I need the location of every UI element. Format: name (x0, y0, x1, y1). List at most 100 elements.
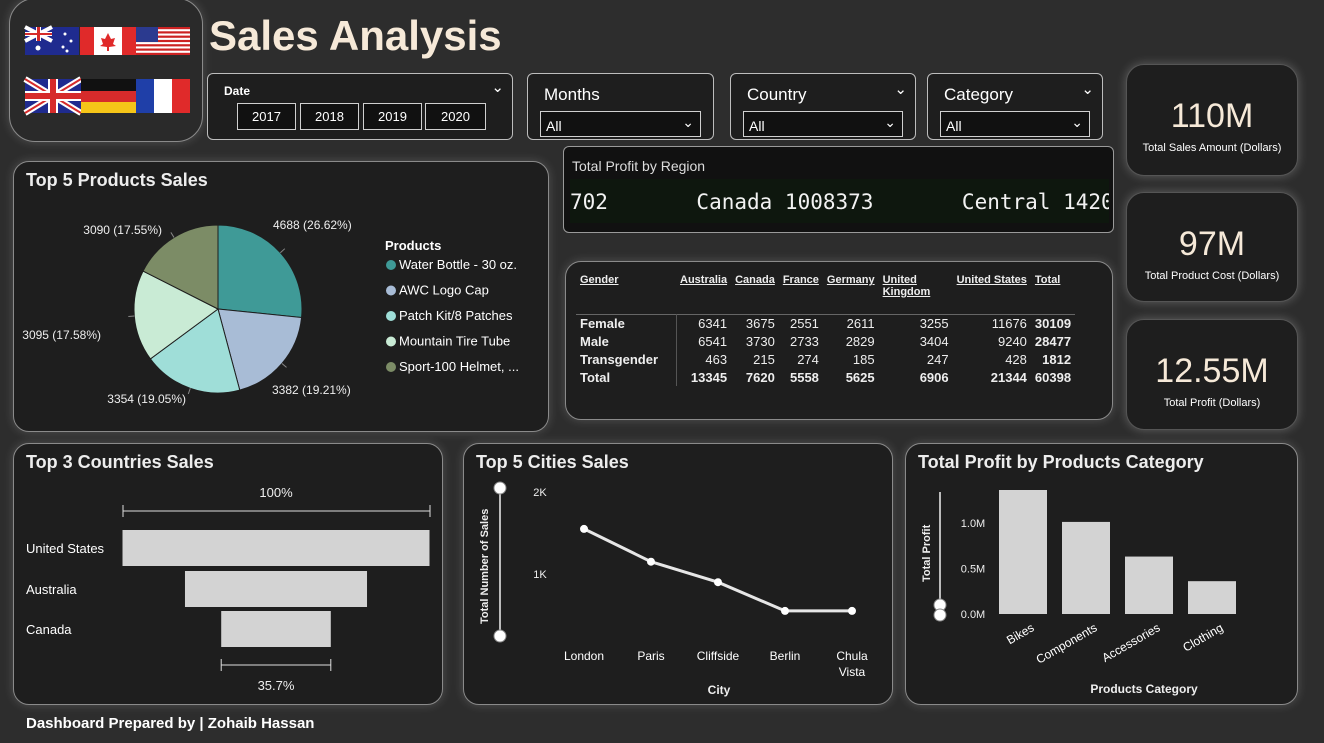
series-point (781, 606, 789, 615)
matrix-cell: 3255 (919, 315, 949, 331)
pie-leader-line (280, 248, 286, 254)
matrix-cell: 215 (753, 351, 775, 367)
kpi-total-profit: 12.55M Total Profit (Dollars) (1126, 319, 1298, 430)
canada-flag-icon[interactable] (80, 27, 136, 55)
matrix-cell: 1812 (1042, 351, 1072, 367)
category-dropdown[interactable]: All ⌄ (940, 111, 1090, 137)
matrix-cell: 247 (926, 351, 949, 367)
matrix-header[interactable]: Total (1031, 274, 1075, 314)
y-range-slider-handle[interactable] (493, 629, 507, 643)
category-slicer[interactable]: Category ⌄ All ⌄ (927, 73, 1103, 140)
chevron-down-icon[interactable]: ⌄ (491, 78, 504, 96)
matrix-cell: 7620 (745, 369, 775, 385)
matrix-header[interactable]: Australia (676, 274, 731, 314)
matrix-cell: 60398 (1034, 369, 1072, 385)
gender-country-matrix-panel: Gender Australia Canada France Germany U… (565, 261, 1113, 420)
matrix-cell: 6541 (675, 332, 732, 350)
series-point (647, 557, 655, 566)
line-chart: Total Number of Sales 1K 2K London Paris Clif… (479, 481, 868, 697)
chevron-down-icon: ⌄ (682, 114, 694, 130)
x-tick-label: London (564, 649, 604, 663)
matrix-header[interactable]: France (779, 274, 823, 314)
germany-flag-icon[interactable] (81, 79, 136, 113)
matrix-cell: 13345 (675, 368, 732, 386)
chevron-down-icon[interactable]: ⌄ (1081, 80, 1094, 98)
year-button-2017[interactable]: 2017 (237, 103, 296, 130)
year-button-2019[interactable]: 2019 (363, 103, 422, 130)
legend-marker (386, 311, 396, 321)
matrix-header[interactable]: United States (953, 274, 1031, 314)
chevron-down-icon[interactable]: ⌄ (894, 80, 907, 98)
flags-panel (9, 0, 203, 142)
flags-svg (23, 25, 190, 116)
page-title: Sales Analysis (209, 12, 502, 59)
kpi-value: 97M (1178, 225, 1246, 263)
matrix-cell: 2611 (846, 315, 875, 331)
matrix-total-row: Total 13345 7620 5558 5625 6906 21344 60… (576, 368, 1075, 386)
kpi-total-cost: 97M Total Product Cost (Dollars) (1126, 192, 1298, 302)
kpi-caption: Total Product Cost (Dollars) (1144, 270, 1280, 282)
year-button-2020[interactable]: 2020 (425, 103, 486, 130)
matrix-header[interactable]: United Kingdom (879, 274, 953, 314)
footer-credit: Dashboard Prepared by | Zohaib Hassan (26, 715, 315, 732)
kpi-total-sales: 110M Total Sales Amount (Dollars) (1126, 64, 1298, 176)
funnel-top-label: 100% (259, 485, 293, 500)
funnel-category-label: Canada (26, 622, 72, 637)
year-button-2018[interactable]: 2018 (300, 103, 359, 130)
x-tick-label: Chula Vista (836, 649, 868, 679)
matrix-cell: 9240 (997, 333, 1027, 349)
category-slicer-label: Category (944, 85, 1013, 104)
pie-data-label: 4688 (26.62%) (273, 218, 352, 232)
category-dropdown-value: All (946, 118, 962, 134)
matrix-cell: 28477 (1034, 333, 1072, 349)
x-tick-label: Components (1034, 620, 1100, 666)
legend-item: Sport-100 Helmet, ... (399, 359, 519, 374)
region-ticker-text: 702 Canada 1008373 Central 142042 (570, 190, 1109, 214)
legend-marker (386, 285, 396, 296)
legend-marker (386, 362, 396, 372)
date-slicer-label: Date (224, 84, 251, 98)
y-range-slider-handle[interactable] (493, 481, 507, 495)
funnel-bar (122, 530, 430, 566)
x-tick-label: Accessories (1099, 620, 1162, 664)
matrix-row: Transgender 463 215 274 185 247 428 1812 (576, 350, 1075, 368)
months-dropdown[interactable]: All ⌄ (540, 111, 701, 137)
matrix-cell: 3675 (745, 315, 775, 331)
matrix-header[interactable]: Germany (823, 274, 879, 314)
matrix-cell: 3730 (745, 333, 775, 349)
top-countries-panel: Top 3 Countries Sales 100% United States A… (13, 443, 443, 705)
pie-leader-line (281, 363, 287, 368)
pie-leader-line (128, 315, 135, 318)
series-point (714, 578, 722, 587)
y-tick-label: 0.5M (961, 563, 985, 575)
region-profit-card: Total Profit by Region 702 Canada 100837… (563, 146, 1114, 233)
category-bar (1062, 521, 1110, 614)
x-tick-label: Bikes (1004, 620, 1036, 647)
matrix-row-label: Total (580, 369, 611, 385)
matrix-cell: 21344 (990, 369, 1027, 385)
matrix-header[interactable]: Canada (731, 274, 779, 314)
matrix-cell: 6906 (919, 369, 949, 385)
matrix-header[interactable]: Gender (576, 274, 676, 314)
months-slicer[interactable]: Months All ⌄ (527, 73, 714, 140)
matrix-cell: 3404 (919, 333, 949, 349)
australia-flag-icon[interactable] (24, 25, 79, 55)
country-slicer[interactable]: Country ⌄ All ⌄ (730, 73, 916, 140)
france-flag-icon[interactable] (136, 79, 190, 113)
series-line (583, 527, 852, 613)
usa-flag-icon[interactable] (136, 27, 190, 55)
date-slicer[interactable]: Date ⌄ 2017 2018 2019 2020 (207, 73, 513, 140)
uk-flag-icon[interactable] (23, 76, 83, 116)
country-dropdown[interactable]: All ⌄ (743, 111, 903, 137)
region-ticker: 702 Canada 1008373 Central 142042 (570, 179, 1109, 223)
y-range-slider-handle[interactable] (933, 608, 947, 622)
pie-data-label: 3090 (17.55%) (83, 223, 162, 237)
matrix-cell: 428 (1005, 351, 1027, 367)
funnel-bar (221, 611, 331, 647)
funnel-bar (184, 571, 368, 607)
legend-marker (386, 260, 396, 270)
matrix-cell: 5558 (789, 369, 819, 385)
matrix-cell: 2733 (789, 333, 819, 349)
kpi-caption: Total Profit (Dollars) (1163, 397, 1261, 409)
matrix-cell: 6341 (675, 314, 732, 332)
